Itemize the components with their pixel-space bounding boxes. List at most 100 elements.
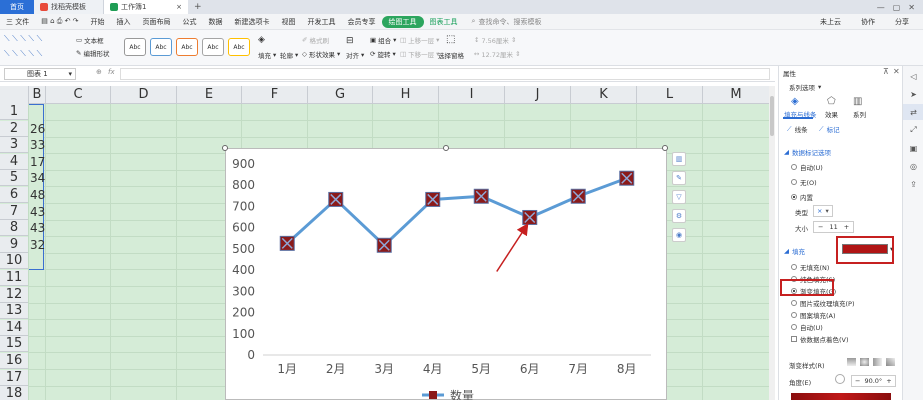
vertical-scrollbar[interactable]	[769, 86, 775, 400]
quick-access-icons[interactable]: ▤ ⌂ ⎙ ↶ ↷	[35, 17, 84, 26]
angle-dial[interactable]	[835, 374, 845, 384]
fill-icon[interactable]: ◈	[258, 35, 265, 45]
sub-tab-line[interactable]: ⟋ 线条	[787, 124, 808, 135]
data-point-marker[interactable]	[279, 235, 295, 251]
plus-icon[interactable]: +	[844, 223, 849, 231]
fill-button[interactable]: 填充 ▾	[258, 50, 276, 60]
cell-b-value[interactable]: 48	[30, 187, 45, 203]
select-pane-button[interactable]: 选择窗格	[438, 50, 464, 60]
group-button[interactable]: ▣ 组合 ▾	[370, 35, 396, 45]
cell-b-value[interactable]: 43	[30, 220, 45, 236]
select-icon[interactable]: ◁	[903, 68, 923, 84]
vary-colors-checkbox[interactable]: 依数据点着色(V)	[791, 334, 849, 344]
column-header-c[interactable]: C	[45, 86, 110, 104]
format-painter-button[interactable]: ✐ 格式刷	[302, 35, 329, 45]
menu-page-layout[interactable]: 页面布局	[137, 17, 177, 27]
gradient-linear-icon[interactable]	[847, 358, 856, 366]
chart-filter-icon[interactable]: ▽	[672, 190, 686, 204]
series-option-dropdown[interactable]: 系列选项 ▾	[789, 82, 821, 92]
chart-hint-icon[interactable]: ◉	[672, 228, 686, 242]
pointer-icon[interactable]: ➤	[903, 86, 923, 102]
line-chart[interactable]: 0 100 200 300 400 500 600 700 800 900 1月 2月 3月 4月 5月 6月…	[222, 145, 668, 400]
minus-icon[interactable]: −	[818, 223, 823, 231]
image-icon[interactable]: ▣	[903, 140, 923, 156]
rotate-button[interactable]: ⟳ 旋转 ▾	[370, 49, 396, 59]
tab-series[interactable]: 系列	[853, 109, 866, 119]
row-header-7[interactable]: 7	[0, 203, 28, 220]
height-field[interactable]: ↕ 7.56厘米 ⇕	[474, 35, 516, 45]
row-header-10[interactable]: 10	[0, 253, 28, 270]
menu-insert[interactable]: 插入	[111, 17, 137, 27]
resize-handle[interactable]	[443, 145, 449, 151]
menu-chart-tools[interactable]: 图表工具	[424, 17, 464, 27]
name-box[interactable]: 图表 1 ▾	[4, 68, 76, 80]
tab-workbook[interactable]: 工作簿1 ×	[104, 0, 188, 14]
effect-icon[interactable]: ⬠	[827, 96, 836, 107]
cell-b-value[interactable]: 32	[30, 237, 45, 253]
row-header-15[interactable]: 15	[0, 336, 28, 353]
new-tab-button[interactable]: +	[188, 2, 208, 12]
column-header-j[interactable]: J	[504, 86, 570, 104]
chart-style-icon[interactable]: ✎	[672, 171, 686, 185]
fill-line-icon[interactable]: ◈	[791, 96, 799, 107]
radio-picture-fill[interactable]: 图片或纹理填充(P)	[791, 298, 855, 308]
row-header-3[interactable]: 3	[0, 137, 28, 154]
row-header-17[interactable]: 17	[0, 369, 28, 386]
radio-builtin[interactable]: 内置	[791, 192, 813, 202]
data-point-marker[interactable]	[570, 188, 586, 204]
cell-b-value[interactable]: 17	[30, 154, 45, 170]
scroll-thumb[interactable]	[770, 96, 774, 136]
gradient-path-icon[interactable]	[886, 358, 895, 366]
column-header-i[interactable]: I	[438, 86, 504, 104]
menu-new-tab[interactable]: 新建选项卡	[229, 17, 276, 27]
location-icon[interactable]: ◎	[903, 158, 923, 174]
row-header-16[interactable]: 16	[0, 353, 28, 369]
close-window-icon[interactable]: ✕	[908, 3, 915, 12]
resize-icon[interactable]: ⤢	[903, 122, 923, 138]
zoom-icon[interactable]: ⊕	[96, 68, 102, 76]
panel-pin-icon[interactable]: ⊼	[883, 67, 889, 76]
share-icon[interactable]: ⇪	[903, 176, 923, 192]
shape-style-2[interactable]: Abc	[150, 38, 172, 56]
fx-icon[interactable]: fx	[108, 68, 115, 76]
textbox-button[interactable]: ▭ 文本框	[76, 35, 104, 45]
properties-icon[interactable]: ⇄	[903, 104, 923, 120]
data-point-marker[interactable]	[473, 188, 489, 204]
align-icon[interactable]: ⊟	[346, 36, 354, 46]
resize-handle[interactable]	[222, 145, 228, 151]
column-header-e[interactable]: E	[176, 86, 241, 104]
collaborate-button[interactable]: 协作	[855, 17, 881, 27]
gradient-style-options[interactable]	[847, 358, 895, 366]
data-point-marker[interactable]	[619, 170, 635, 186]
menu-view[interactable]: 视图	[276, 17, 302, 27]
shape-style-5[interactable]: Abc	[228, 38, 250, 56]
select-pane-icon[interactable]: ⬚	[446, 34, 455, 45]
row-header-1[interactable]: 1	[0, 104, 28, 120]
cell-b-value[interactable]: 33	[30, 137, 45, 153]
line-shapes-icons[interactable]: ⟍ ⟍ ⟍ ⟍ ⟍	[4, 34, 42, 44]
width-field[interactable]: ↔ 12.72厘米 ⇕	[474, 49, 521, 59]
panel-close-icon[interactable]: ✕	[893, 67, 900, 76]
menu-data[interactable]: 数据	[203, 17, 229, 27]
row-header-14[interactable]: 14	[0, 319, 28, 336]
menu-file[interactable]: 三 文件	[0, 17, 35, 27]
row-header-13[interactable]: 13	[0, 303, 28, 320]
row-header-8[interactable]: 8	[0, 220, 28, 237]
shape-effect-button[interactable]: ◇ 形状效果 ▾	[302, 49, 340, 59]
fill-section[interactable]: ◢ 填充	[784, 246, 805, 256]
maximize-icon[interactable]: ▢	[893, 3, 901, 12]
column-header-g[interactable]: G	[307, 86, 372, 104]
share-button[interactable]: 分享	[889, 17, 915, 27]
data-point-marker[interactable]	[522, 209, 538, 225]
series-icon[interactable]: ▥	[853, 96, 862, 107]
formula-input[interactable]	[120, 68, 770, 80]
radio-auto[interactable]: 自动(U)	[791, 162, 823, 172]
row-header-9[interactable]: 9	[0, 236, 28, 253]
column-header-m[interactable]: M	[702, 86, 769, 104]
tab-home[interactable]: 首页	[0, 0, 34, 14]
row-header-11[interactable]: 11	[0, 270, 28, 286]
cell-b-value[interactable]: 43	[30, 204, 45, 220]
row-header-12[interactable]: 12	[0, 286, 28, 303]
sub-tab-marker[interactable]: ⟋ 标记	[819, 124, 840, 135]
cell-b-value[interactable]: 34	[30, 170, 45, 186]
